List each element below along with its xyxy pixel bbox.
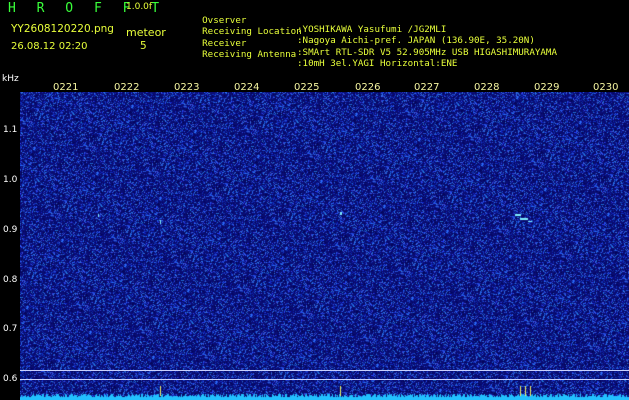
y-tick-1.1: 1.1: [3, 125, 18, 135]
image-filename: YY2608120220.png: [11, 23, 114, 35]
meteor-count: 5: [140, 40, 147, 52]
antenna-label: Receiving Antenna: [202, 49, 297, 61]
hroft-spectrogram-window: H R O F F T 1.0.0f YY2608120220.png 26.0…: [0, 0, 629, 400]
y-tick-0.9: 0.9: [3, 225, 18, 235]
reference-line-upper: [20, 370, 629, 371]
spectrogram-canvas: [20, 92, 629, 400]
capture-timestamp: 26.08.12 02:20: [11, 41, 88, 52]
y-axis-unit: kHz: [2, 74, 19, 84]
receiver-value: :SMArt RTL-SDR V5 52.905MHz USB HIGASHIM…: [297, 47, 557, 59]
y-tick-1.0: 1.0: [3, 175, 18, 185]
antenna-value: :10mH 3el.YAGI Horizontal:ENE: [297, 58, 458, 70]
y-tick-0.6: 0.6: [3, 374, 18, 384]
observer-value: :YOSHIKAWA Yasufumi /JG2MLI: [297, 24, 447, 36]
meteor-label: meteor: [126, 26, 166, 39]
spectrogram-plot: [20, 92, 629, 400]
location-value: :Nagoya Aichi-pref. JAPAN (136.90E, 35.2…: [297, 35, 535, 47]
app-version: 1.0.0f: [126, 2, 153, 12]
antenna-row: Receiving Antenna :10mH 3el.YAGI Horizon…: [180, 41, 457, 78]
y-tick-0.7: 0.7: [3, 324, 18, 334]
y-tick-0.8: 0.8: [3, 275, 18, 285]
reference-line-lower: [20, 379, 629, 380]
